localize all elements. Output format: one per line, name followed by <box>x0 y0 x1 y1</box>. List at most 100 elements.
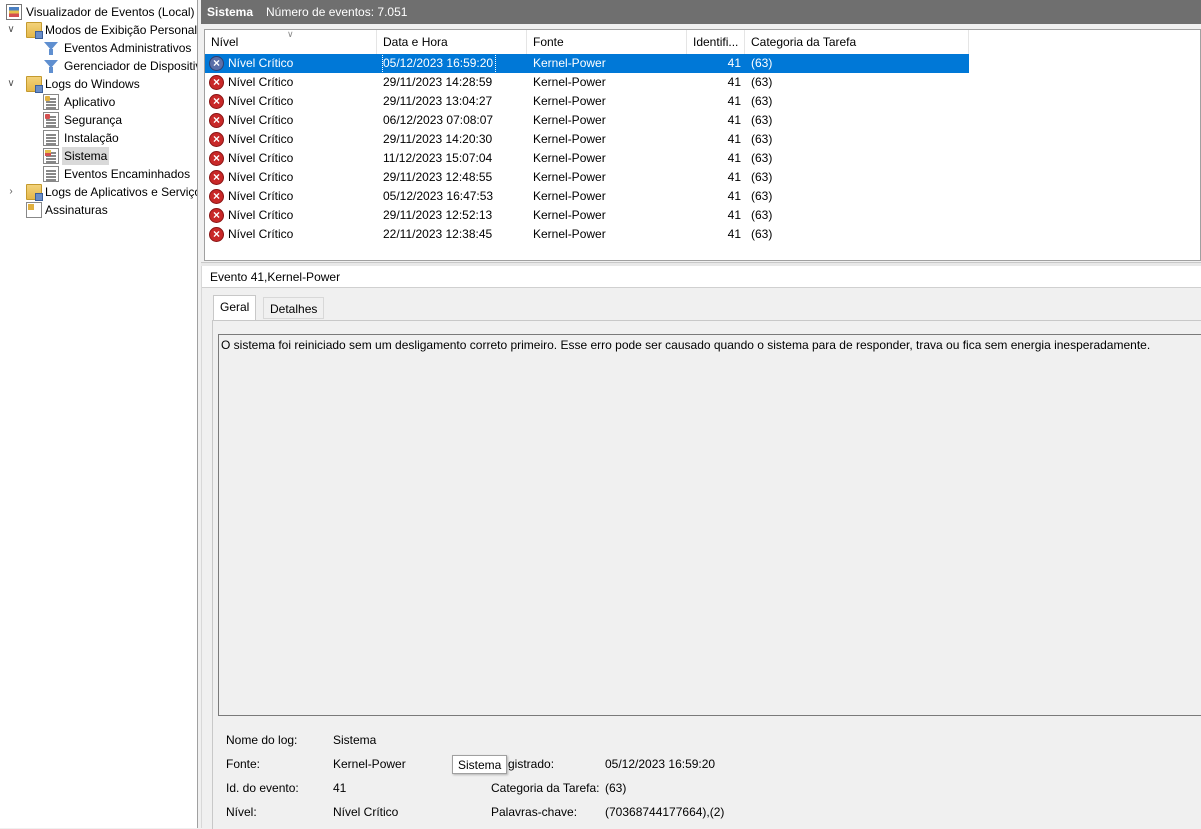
cell-id: 41 <box>727 208 741 222</box>
event-id-label: Id. do evento: <box>226 781 299 795</box>
event-description[interactable]: O sistema foi reiniciado sem um desligam… <box>218 334 1201 716</box>
error-icon: × <box>209 227 224 242</box>
event-description-text: O sistema foi reiniciado sem um desligam… <box>221 338 1151 352</box>
column-header-date[interactable]: Data e Hora <box>377 30 527 54</box>
level-value: Nível Crítico <box>333 805 399 819</box>
tree-item-forwarded-events[interactable]: Eventos Encaminhados <box>2 165 197 183</box>
event-row[interactable]: × Nível Crítico 11/12/2023 15:07:04 Kernel-… <box>205 149 969 168</box>
tab-label: Detalhes <box>270 302 318 316</box>
chevron-right-icon[interactable]: › <box>6 183 16 201</box>
log-icon <box>43 112 59 128</box>
tooltip-text: Sistema <box>458 758 502 772</box>
event-row[interactable]: × Nível Crítico 29/11/2023 14:20:30 Kernel-… <box>205 130 969 149</box>
cell-level: Nível Crítico <box>228 151 294 165</box>
cell-source: Kernel-Power <box>533 75 606 89</box>
cell-source: Kernel-Power <box>533 189 606 203</box>
error-icon: × <box>209 56 224 71</box>
chevron-down-icon[interactable]: ∨ <box>6 75 16 93</box>
cell-source: Kernel-Power <box>533 94 606 108</box>
tree-windows-logs[interactable]: ∨ Logs do Windows <box>2 75 197 93</box>
keywords-value: (70368744177664),(2) <box>605 805 725 819</box>
event-row[interactable]: × Nível Crítico 29/11/2023 12:48:55 Kernel-… <box>205 168 969 187</box>
log-header-bar: Sistema Número de eventos: 7.051 <box>201 0 1201 24</box>
error-icon: × <box>209 113 224 128</box>
tree-item-label: Eventos Administrativos <box>64 41 192 55</box>
cell-category: (63) <box>751 56 773 70</box>
cell-category: (63) <box>751 151 773 165</box>
tab-details[interactable]: Detalhes <box>263 297 325 319</box>
subscriptions-icon <box>26 202 42 218</box>
log-name-label: Nome do log: <box>226 733 298 747</box>
tree-item-label: Instalação <box>64 131 119 145</box>
tree-item-application[interactable]: Aplicativo <box>2 93 197 111</box>
tree-item-setup[interactable]: Instalação <box>2 129 197 147</box>
tree-app-services-label: Logs de Aplicativos e Serviços <box>45 185 198 199</box>
cell-category: (63) <box>751 132 773 146</box>
cell-category: (63) <box>751 75 773 89</box>
cell-category: (63) <box>751 170 773 184</box>
event-row[interactable]: × Nível Crítico 22/11/2023 12:38:45 Kernel-… <box>205 225 969 244</box>
cell-category: (63) <box>751 208 773 222</box>
tree-app-services-logs[interactable]: › Logs de Aplicativos e Serviços <box>2 183 197 201</box>
tree-subscriptions[interactable]: Assinaturas <box>2 201 197 219</box>
column-header-category[interactable]: Categoria da Tarefa <box>745 30 969 54</box>
tree-item-label: Segurança <box>64 113 123 127</box>
column-header-level[interactable]: Nível ∨ <box>205 30 377 54</box>
cell-id: 41 <box>727 189 741 203</box>
tree-item-admin-events[interactable]: Eventos Administrativos <box>2 39 197 57</box>
cell-source: Kernel-Power <box>533 227 606 241</box>
event-viewer-icon <box>6 4 22 20</box>
column-header-id[interactable]: Identifi... <box>687 30 745 54</box>
error-icon: × <box>209 132 224 147</box>
log-icon <box>43 166 59 182</box>
cell-level: Nível Crítico <box>228 227 294 241</box>
log-name-value: Sistema <box>333 733 377 747</box>
log-icon <box>43 94 59 110</box>
error-icon: × <box>209 189 224 204</box>
cell-id: 41 <box>727 170 741 184</box>
event-row[interactable]: × Nível Crítico 29/11/2023 12:52:13 Kernel-… <box>205 206 969 225</box>
event-row[interactable]: × Nível Crítico 05/12/2023 16:47:53 Kernel-… <box>205 187 969 206</box>
folder-icon <box>26 76 43 93</box>
cell-id: 41 <box>727 75 741 89</box>
cell-source: Kernel-Power <box>533 151 606 165</box>
filter-icon <box>43 40 59 56</box>
cell-source: Kernel-Power <box>533 56 606 70</box>
cell-date: 29/11/2023 14:28:59 <box>383 75 493 89</box>
column-header-source[interactable]: Fonte <box>527 30 687 54</box>
event-list[interactable]: Nível ∨ Data e Hora Fonte Identifi... Ca… <box>204 29 1201 261</box>
navigation-tree: Visualizador de Eventos (Local) ∨ Modos … <box>0 0 198 828</box>
event-id-value: 41 <box>333 781 347 795</box>
event-detail-title: Evento 41,Kernel-Power <box>202 266 1201 288</box>
tab-general[interactable]: Geral <box>213 295 257 320</box>
registered-label: gistrado: <box>508 757 555 771</box>
cell-date: 11/12/2023 15:07:04 <box>383 151 493 165</box>
tree-item-security[interactable]: Segurança <box>2 111 197 129</box>
tree-item-device-manager[interactable]: Gerenciador de Dispositivos <box>2 57 197 75</box>
chevron-down-icon[interactable]: ∨ <box>6 21 16 39</box>
cell-level: Nível Crítico <box>228 189 294 203</box>
folder-icon <box>26 184 43 201</box>
source-value: Kernel-Power <box>333 757 406 771</box>
tree-item-system[interactable]: Sistema <box>2 147 197 165</box>
sort-arrow-icon: ∨ <box>287 30 294 39</box>
cell-category: (63) <box>751 227 773 241</box>
filter-icon <box>43 58 59 74</box>
tree-subscriptions-label: Assinaturas <box>45 203 108 217</box>
tree-windows-logs-label: Logs do Windows <box>45 77 140 91</box>
tree-root[interactable]: Visualizador de Eventos (Local) <box>2 3 197 21</box>
cell-level: Nível Crítico <box>228 113 294 127</box>
error-icon: × <box>209 170 224 185</box>
source-label: Fonte: <box>226 757 261 771</box>
tree-custom-views[interactable]: ∨ Modos de Exibição Personalizados <box>2 21 197 39</box>
event-row[interactable]: × Nível Crítico 06/12/2023 07:08:07 Kernel-… <box>205 111 969 130</box>
cell-level: Nível Crítico <box>228 132 294 146</box>
event-row[interactable]: × Nível Crítico 29/11/2023 14:28:59 Kernel-… <box>205 73 969 92</box>
event-row[interactable]: × Nível Crítico 05/12/2023 16:59:20 Kernel-… <box>205 53 969 74</box>
cell-date: 22/11/2023 12:38:45 <box>383 227 493 241</box>
log-name: Sistema <box>207 5 254 19</box>
cell-id: 41 <box>727 227 741 241</box>
tree-item-label: Sistema <box>62 147 110 165</box>
cell-level: Nível Crítico <box>228 208 294 222</box>
event-row[interactable]: × Nível Crítico 29/11/2023 13:04:27 Kernel-… <box>205 92 969 111</box>
